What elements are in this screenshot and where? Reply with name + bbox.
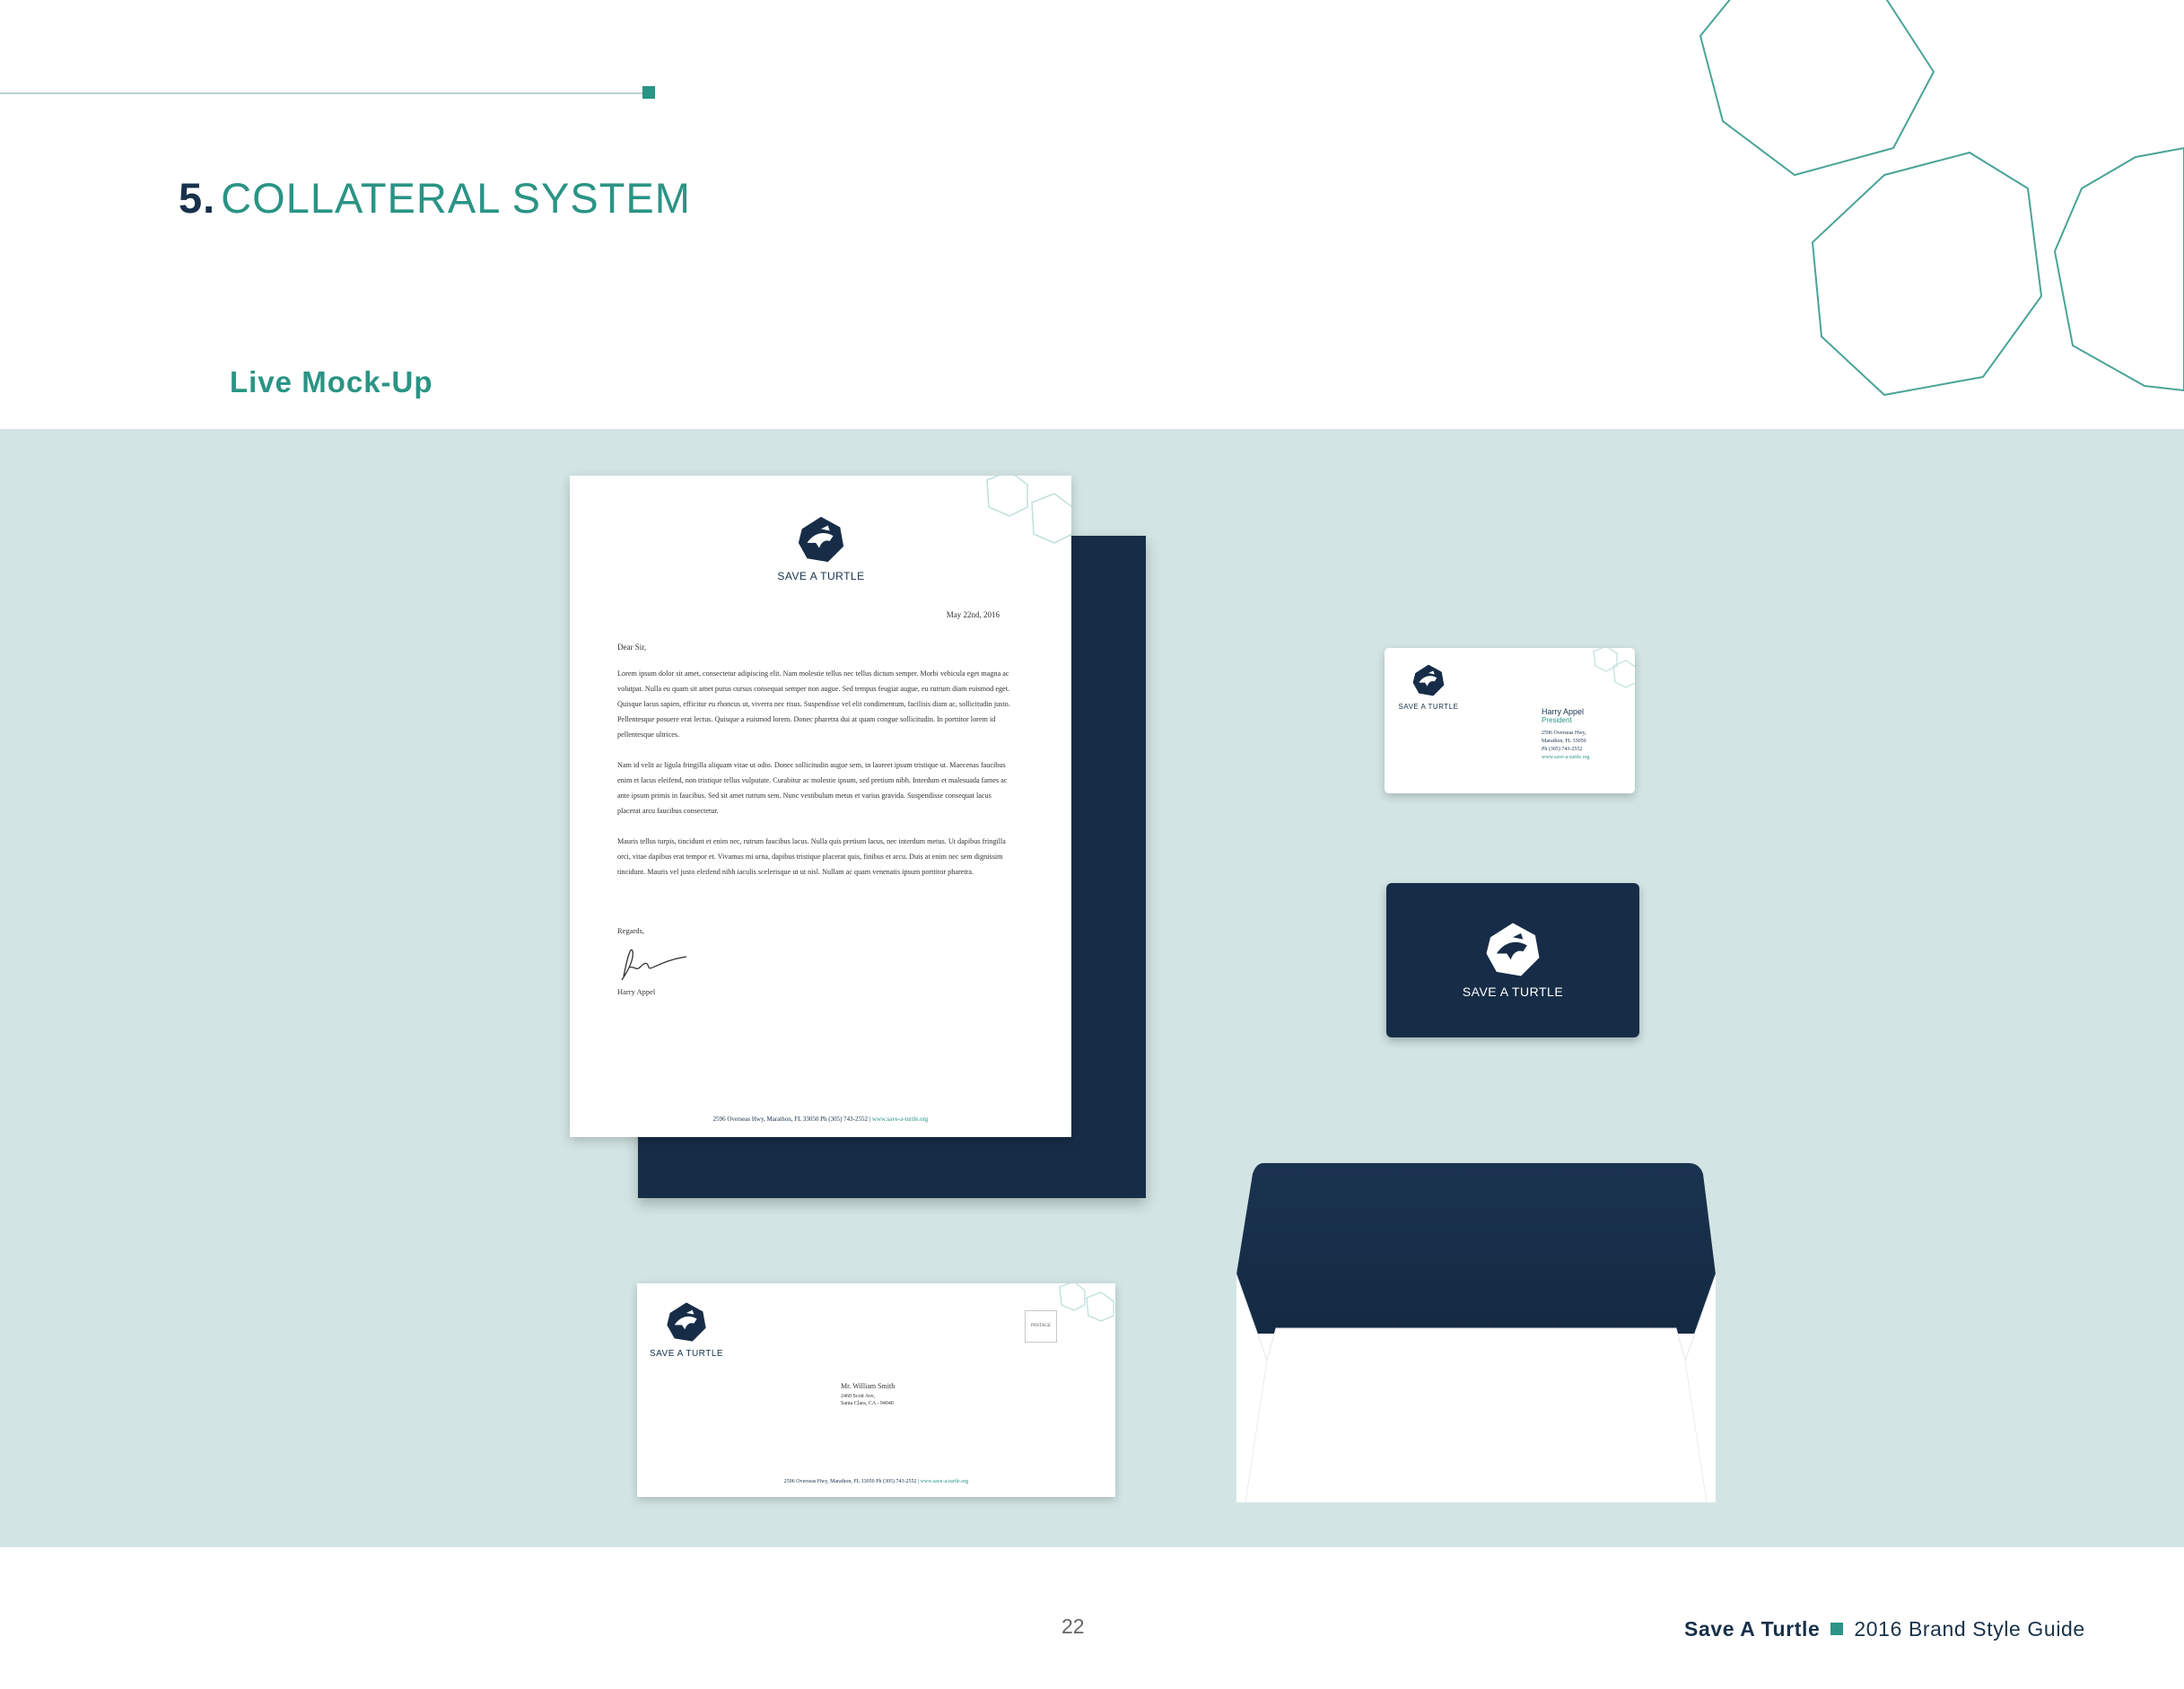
letter-closing: Regards, [617,926,644,935]
recipient-address-line: 2460 Scott Ave, [841,1394,876,1399]
letter-salutation: Dear Sir, [617,643,647,652]
card-brand-name: SAVE A TURTLE [1398,703,1459,711]
section-title: 5. COLLATERAL SYSTEM [179,173,691,223]
letter-date: May 22nd, 2016 [946,610,1000,619]
letterhead-brand-name: SAVE A TURTLE [777,570,865,582]
section-number: 5. [179,174,216,222]
recipient-address-line: Santa Clara, CA - 94040 [841,1401,894,1406]
footer-guide-name: 2016 Brand Style Guide [1854,1617,2085,1641]
footer-brand: Save A Turtle 2016 Brand Style Guide [1684,1617,2085,1641]
page-number: 22 [1061,1615,1085,1638]
envelope-logo: SAVE A TURTLE [646,1300,727,1359]
envelope-hexagon-pattern [1059,1283,1114,1322]
envelope-footer: 2596 Overseas Hwy, Marathon, FL 33050 Ph… [637,1479,1115,1484]
letter-footer: 2596 Overseas Hwy, Marathon, FL 33050 Ph… [570,1116,1071,1123]
top-rule-square [642,86,655,99]
business-card-front: SAVE A TURTLE Harry Appel President 2596… [1385,648,1635,793]
letter-footer-url: www.save-a-turtle.org [871,1116,929,1123]
subsection-title: Live Mock-Up [230,365,433,398]
card-back-logo: SAVE A TURTLE [1446,919,1580,999]
letterhead-logo: SAVE A TURTLE [767,513,875,582]
card-back-brand-name: SAVE A TURTLE [1462,985,1564,999]
card-name: Harry Appel [1542,707,1585,716]
envelope-front: SAVE A TURTLE POSTAGE Mr. William Smith … [637,1283,1115,1497]
top-rule-line [0,92,644,94]
footer-brand-name: Save A Turtle [1684,1617,1821,1641]
signature-image [621,949,687,981]
envelope-footer-url: www.save-a-turtle.org [920,1479,969,1484]
footer-square [1830,1623,1844,1635]
letter-footer-address: 2596 Overseas Hwy, Marathon, FL 33050 Ph… [712,1116,868,1123]
recipient-name: Mr. William Smith [841,1382,895,1390]
turtle-logo-icon [667,1302,706,1342]
letter-signer: Harry Appel [617,987,656,996]
envelope-recipient: Mr. William Smith 2460 Scott Ave, Santa … [841,1382,895,1407]
letter-paragraph: Lorem ipsum dolor sit amet, consectetur … [617,669,1010,739]
card-role: President [1542,716,1572,724]
turtle-logo-icon [1412,664,1445,696]
envelope-footer-address: 2596 Overseas Hwy, Marathon, FL 33050 Ph… [783,1479,917,1484]
card-contact-info: Harry Appel President 2596 Overseas Hwy,… [1542,707,1589,762]
letter-footer-separator: | [869,1116,871,1123]
card-hexagon-pattern [1593,648,1635,688]
section-name: COLLATERAL SYSTEM [221,174,691,222]
card-url: www.save-a-turtle.org [1542,755,1590,760]
card-address-line: Marathon, FL 33050 [1542,739,1586,744]
postage-box: POSTAGE [1025,1310,1057,1343]
envelope-brand-name: SAVE A TURTLE [649,1349,724,1359]
envelope-footer-separator: | [918,1479,920,1484]
letterhead-hexagon-pattern [986,476,1071,544]
card-address-line: 2596 Overseas Hwy, [1542,731,1586,736]
envelope-back [1236,1163,1716,1502]
business-card-back: SAVE A TURTLE [1386,883,1639,1037]
letter-paragraph: Mauris tellus turpis, tincidunt et enim … [617,837,1006,876]
letter-paragraph: Nam id velit ac ligula fringilla aliquam… [617,761,1008,815]
letterhead-sheet: SAVE A TURTLE May 22nd, 2016 Dear Sir, L… [570,476,1071,1137]
card-logo: SAVE A TURTLE [1397,662,1460,711]
turtle-logo-icon [1486,923,1540,976]
turtle-logo-icon [798,516,844,563]
card-phone: Ph (305) 743-2552 [1542,747,1583,752]
